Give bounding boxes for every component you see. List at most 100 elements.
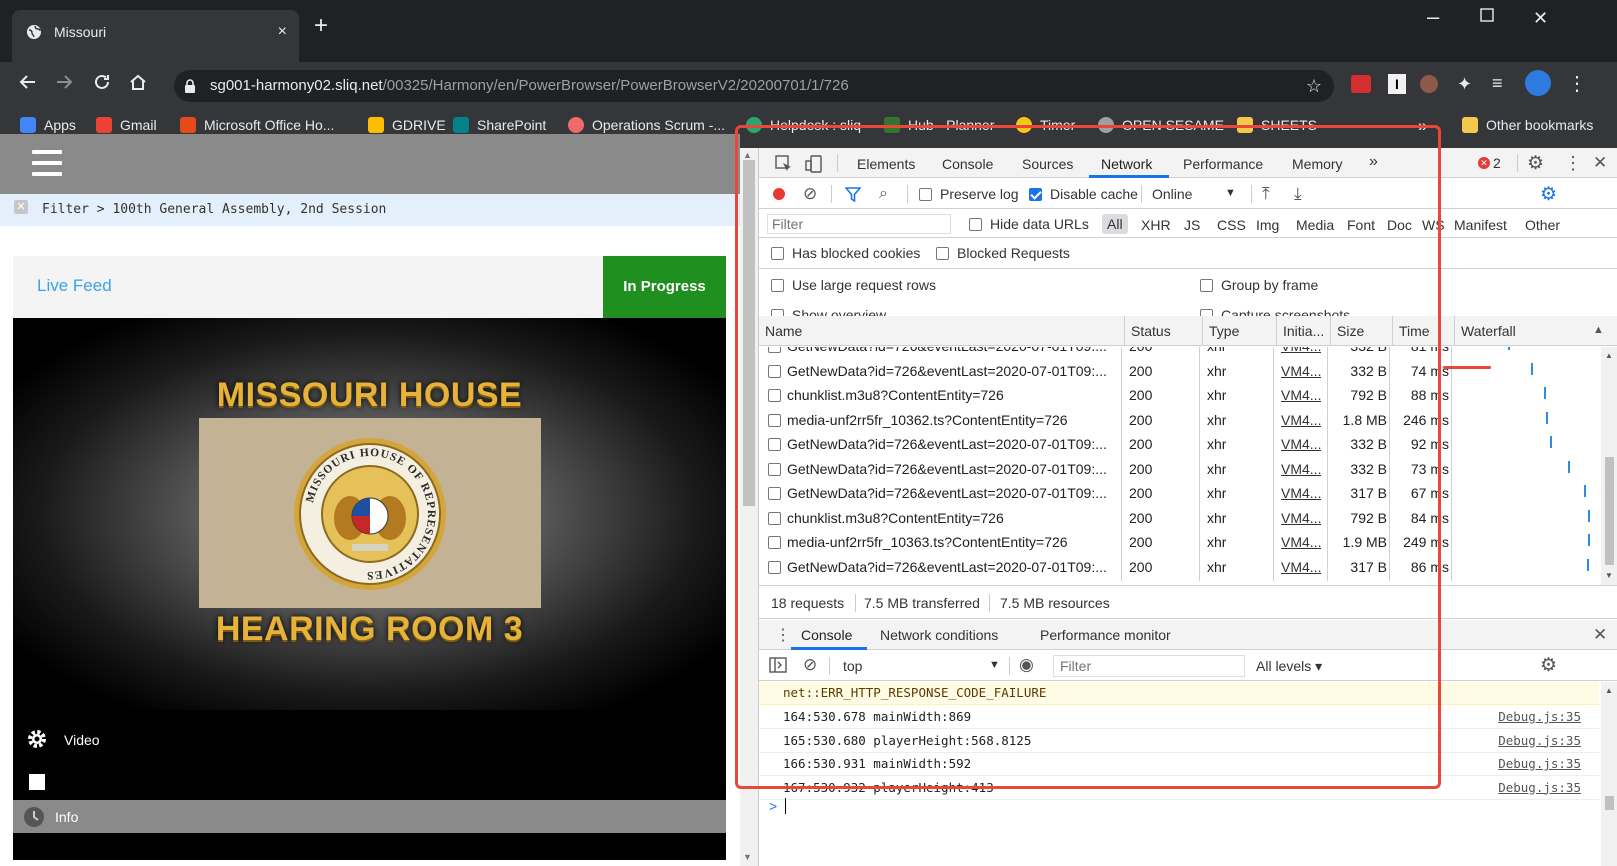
bookmark-1[interactable]: Gmail [96,117,157,133]
import-har-icon[interactable]: ⤒ [1262,184,1270,204]
cell-name[interactable]: GetNewData?id=726&eventLast=2020-07-01T0… [787,485,1113,501]
browser-tab[interactable]: Missouri × [12,10,299,62]
error-icon[interactable]: ✕ [1478,157,1490,169]
tab-performance[interactable]: Performance [1183,156,1263,172]
console-settings-icon[interactable]: ⚙ [1540,654,1557,677]
row-checkbox[interactable] [768,389,781,402]
bookmark-3[interactable]: GDRIVE [368,117,446,133]
col-size[interactable]: Size [1331,316,1393,346]
request-row[interactable]: GetNewData?id=726&eventLast=2020-07-01T0… [759,482,1599,507]
checkbox-box[interactable] [936,246,949,260]
cell-name[interactable]: GetNewData?id=726&eventLast=2020-07-01T0… [787,347,1113,354]
drawer-menu-icon[interactable]: ⋮ [775,625,791,645]
checkbox-box[interactable] [919,187,932,201]
bookmark-0[interactable]: Apps [20,117,76,133]
search-icon[interactable]: ⌕ [879,185,888,203]
request-row[interactable]: GetNewData?id=726&eventLast=2020-07-01T0… [759,555,1599,581]
context-select[interactable]: top [843,658,862,674]
scroll-down-icon[interactable]: ▼ [743,852,752,862]
request-row[interactable]: GetNewData?id=726&eventLast=2020-07-01T0… [759,359,1599,385]
cell-initiator[interactable]: VM4... [1281,559,1321,575]
has-blocked-cookies-checkbox[interactable]: Has blocked cookies [771,245,920,261]
type-js[interactable]: JS [1184,217,1200,233]
row-checkbox[interactable] [768,347,781,353]
console-source-link[interactable]: Debug.js:35 [1498,756,1581,771]
table-scrollbar[interactable]: ▲ ▼ [1601,347,1617,585]
scroll-up-icon[interactable]: ▲ [743,150,752,160]
drawer-tab-console[interactable]: Console [801,627,852,643]
bookmark-2[interactable]: Microsoft Office Ho... [180,117,334,133]
cell-initiator[interactable]: VM4... [1281,436,1321,452]
bookmark-6[interactable]: Helpdesk : sliq [746,117,861,133]
filter-funnel-icon[interactable] [845,187,861,202]
type-media[interactable]: Media [1296,217,1334,233]
other-bookmarks[interactable]: Other bookmarks [1462,117,1593,133]
cell-name[interactable]: chunklist.m3u8?ContentEntity=726 [787,387,1113,403]
console-clear-icon[interactable]: ⊘ [803,655,817,675]
reload-icon[interactable] [92,72,112,92]
console-scrollbar[interactable]: ▲ [1601,682,1617,866]
tab-sources[interactable]: Sources [1022,156,1073,172]
cell-initiator[interactable]: VM4... [1281,412,1321,428]
info-bar[interactable]: Info [13,800,726,833]
export-har-icon[interactable]: ⤓ [1294,184,1302,204]
cell-initiator[interactable]: VM4... [1281,534,1321,550]
row-checkbox[interactable] [768,560,781,574]
more-bookmarks-icon[interactable]: » [1418,116,1427,136]
reading-list-icon[interactable]: ≡ [1492,73,1503,94]
col-name[interactable]: Name [759,316,1125,346]
profile-avatar[interactable] [1525,70,1551,96]
cell-name[interactable]: chunklist.m3u8?ContentEntity=726 [787,510,1113,526]
col-time[interactable]: Time [1393,316,1455,346]
col-status[interactable]: Status [1125,316,1203,346]
scroll-up-icon[interactable]: ▲ [1605,686,1613,695]
scroll-up-icon[interactable]: ▲ [1605,351,1613,360]
tab-close-icon[interactable]: × [278,23,287,41]
bookmark-5[interactable]: Operations Scrum -... [568,117,725,133]
cell-initiator[interactable]: VM4... [1281,387,1321,403]
page-scrollbar[interactable]: ▲ ▼ [740,148,758,866]
type-other[interactable]: Other [1525,217,1560,233]
chevron-down-icon[interactable]: ▼ [1225,187,1236,199]
checkbox-box[interactable] [771,246,784,260]
throttle-select[interactable]: Online [1152,186,1192,202]
cell-name[interactable]: GetNewData?id=726&eventLast=2020-07-01T0… [787,559,1113,575]
checkbox-box[interactable] [1029,187,1042,201]
row-checkbox[interactable] [768,438,781,451]
device-toolbar-icon[interactable] [805,155,825,173]
cell-initiator[interactable]: VM4... [1281,347,1321,354]
bookmark-7[interactable]: Hub - Planner [884,117,994,133]
cell-name[interactable]: GetNewData?id=726&eventLast=2020-07-01T0… [787,363,1113,379]
settings-gear-icon[interactable] [26,728,48,750]
bookmark-9[interactable]: OPEN SESAME [1098,117,1224,133]
more-tabs-icon[interactable]: » [1369,153,1378,171]
extension-i-icon[interactable]: I [1388,74,1406,94]
forward-icon[interactable] [54,72,74,92]
type-manifest[interactable]: Manifest [1454,217,1507,233]
type-font[interactable]: Font [1347,217,1375,233]
type-css[interactable]: CSS [1217,217,1246,233]
bookmark-8[interactable]: Timer [1016,117,1075,133]
stop-button[interactable] [29,774,45,790]
video-player[interactable]: MISSOURI HOUSE MISSOURI HOUSE OF REPRESE… [13,318,726,710]
drawer-tab-network-conditions[interactable]: Network conditions [880,627,998,643]
group-by-frame-checkbox[interactable]: Group by frame [1200,277,1318,293]
home-icon[interactable] [128,72,148,92]
scroll-thumb[interactable] [1605,796,1614,810]
row-checkbox[interactable] [768,364,781,378]
checkbox-box[interactable] [969,217,982,231]
request-row[interactable]: media-unf2rr5fr_10362.ts?ContentEntity=7… [759,408,1599,434]
type-doc[interactable]: Doc [1387,217,1412,233]
checkbox-box[interactable] [771,278,784,292]
back-icon[interactable] [18,72,38,92]
type-ws[interactable]: WS [1422,217,1445,233]
console-source-link[interactable]: Debug.js:35 [1498,780,1581,795]
console-filter-input[interactable] [1053,655,1245,677]
network-filter-input[interactable] [767,214,951,234]
network-settings-icon[interactable]: ⚙ [1540,183,1557,206]
drawer-tab-performance-monitor[interactable]: Performance monitor [1040,627,1171,643]
tab-elements[interactable]: Elements [857,156,915,172]
cell-name[interactable]: GetNewData?id=726&eventLast=2020-07-01T0… [787,436,1113,452]
row-checkbox[interactable] [768,462,781,476]
cell-initiator[interactable]: VM4... [1281,485,1321,501]
